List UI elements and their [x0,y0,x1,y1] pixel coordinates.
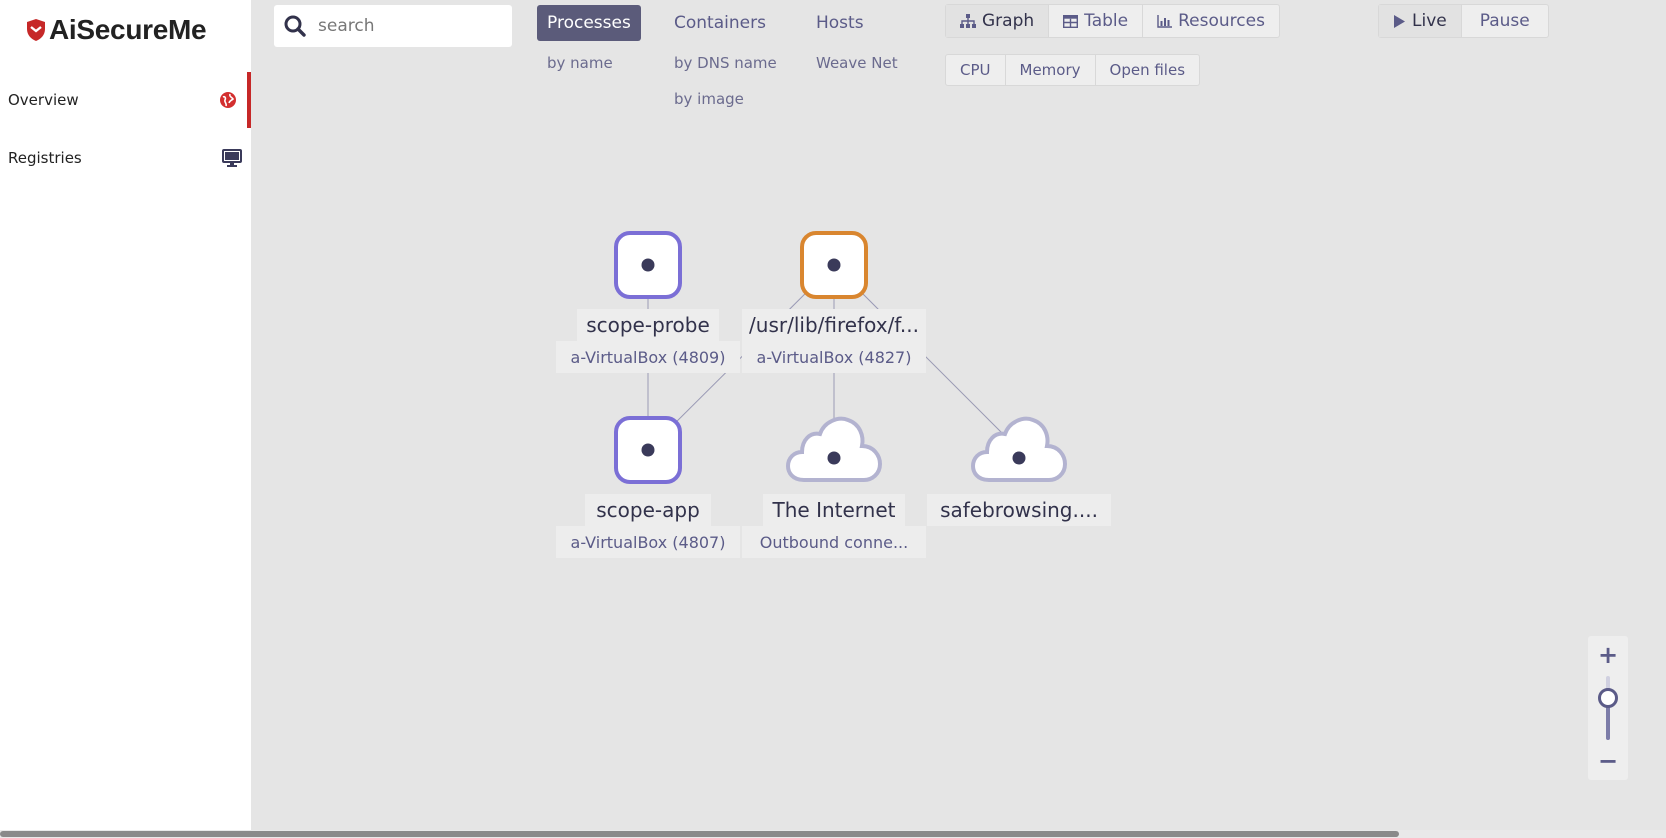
process-node-icon [614,416,682,484]
graph-node-label[interactable]: safebrowsing.... [927,494,1111,526]
zoom-control: + − [1588,636,1628,780]
cloud-node-icon [970,416,1068,482]
cloud-node-icon [785,416,883,482]
graph-node-sublabel: a-VirtualBox (4807) [556,526,740,558]
zoom-out-button[interactable]: − [1588,746,1628,776]
graph-node-sublabel: a-VirtualBox (4809) [556,341,740,373]
graph-node-label[interactable]: The Internet [763,494,905,526]
graph-node-internet[interactable] [785,414,883,486]
scrollbar-thumb[interactable] [0,831,1400,837]
graph-node-label[interactable]: scope-probe [577,309,719,341]
horizontal-scrollbar[interactable] [0,830,1666,838]
graph-node-label[interactable]: /usr/lib/firefox/f... [742,309,926,341]
topology-graph: scope-probe a-VirtualBox (4809)/usr/lib/f… [0,0,1666,838]
graph-node-sublabel: a-VirtualBox (4827) [742,341,926,373]
zoom-slider-handle[interactable] [1598,688,1618,709]
graph-node-label[interactable]: scope-app [585,494,711,526]
graph-node-scope-probe[interactable] [612,229,684,301]
process-node-icon [614,231,682,299]
graph-node-scope-app[interactable] [612,414,684,486]
process-node-icon [800,231,868,299]
graph-node-safebrowsing[interactable] [970,414,1068,486]
graph-node-firefox[interactable] [798,229,870,301]
zoom-in-button[interactable]: + [1588,640,1628,670]
graph-node-sublabel: Outbound conne... [742,526,926,558]
